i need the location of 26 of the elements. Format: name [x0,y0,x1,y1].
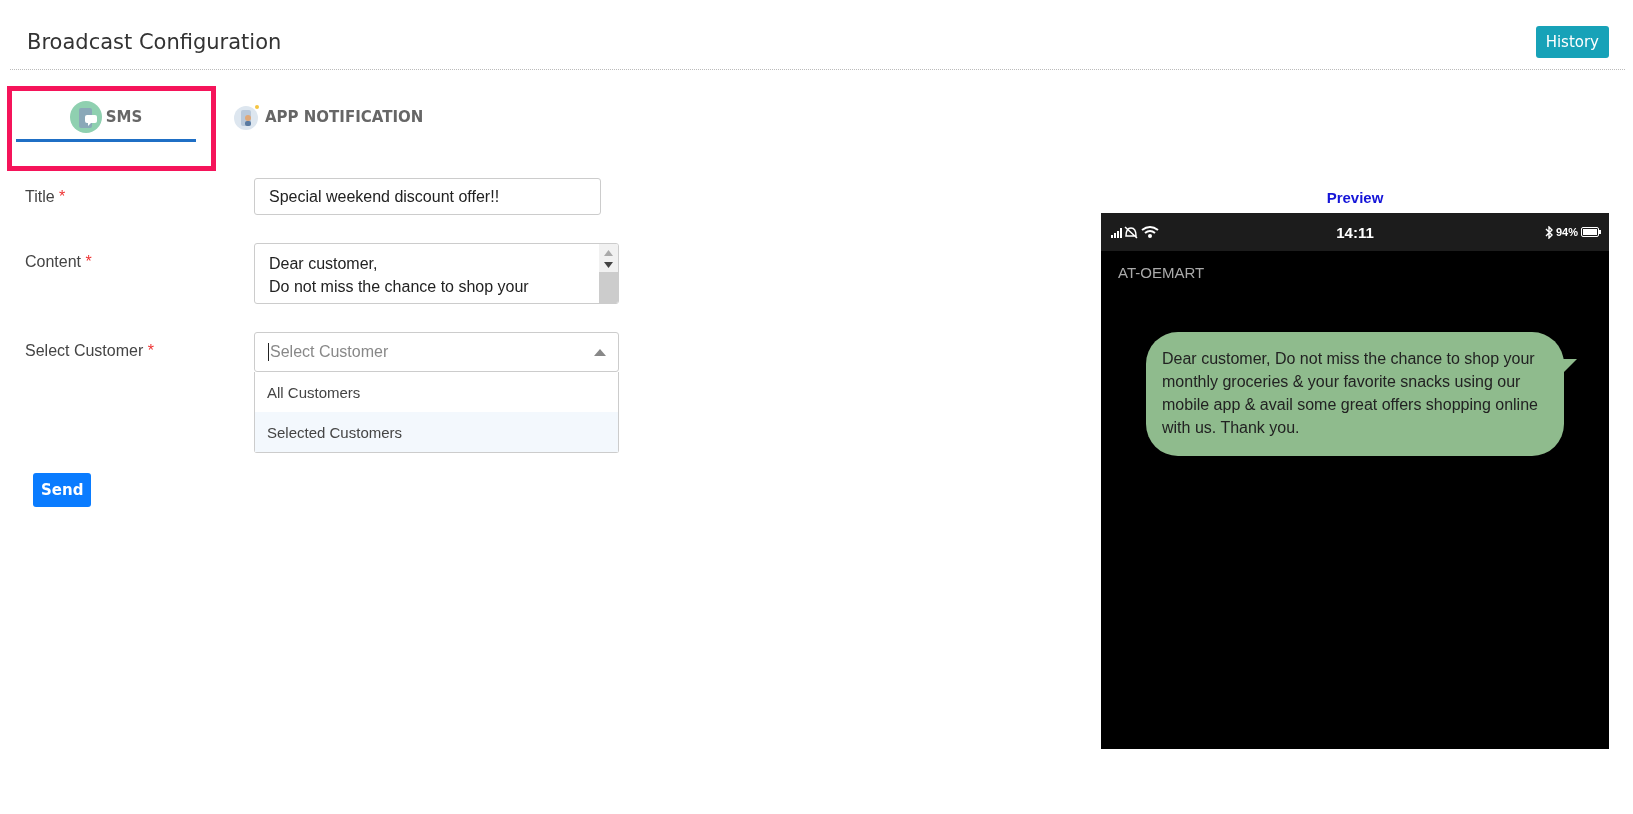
scrollbar[interactable] [599,244,618,303]
send-button[interactable]: Send [33,473,92,507]
message-bubble: Dear customer, Do not miss the chance to shop your monthly groceries & your favorite snacks using our mobile app & avail some great offers shopping online with us. Thank you. [1146,332,1564,456]
battery-icon [1581,227,1601,237]
field-label: Select Customer * [25,341,155,360]
field-label: Title * [25,187,67,206]
title-field[interactable]: Special weekend discount offer!! [254,178,601,215]
app-icon [233,103,261,131]
field-label: Content * [25,252,93,271]
bubble-tail [1563,359,1577,373]
customer-select[interactable]: Select Customer [254,332,619,372]
chat-phone-icon [69,101,102,133]
battery-level: 94% [1555,226,1578,238]
page-title: Broadcast Configuration [27,29,282,54]
dropdown-option[interactable]: All Customers [255,372,618,412]
preview-heading: Preview [1325,188,1385,208]
dropdown-option[interactable]: Selected Customers [255,412,618,452]
history-button[interactable]: History [1535,25,1609,58]
sender-name: AT-OEMART [1117,263,1206,281]
content-field[interactable]: Dear customer, Do not miss the chance to shop your [254,243,619,304]
clock: 14:11 [1336,223,1374,241]
scroll-down-icon[interactable] [604,262,613,268]
caret-icon [594,348,606,356]
tab[interactable]: APP NOTIFICATION [233,103,424,140]
tab[interactable]: SMS [16,101,196,142]
bluetooth-icon [1544,225,1553,239]
